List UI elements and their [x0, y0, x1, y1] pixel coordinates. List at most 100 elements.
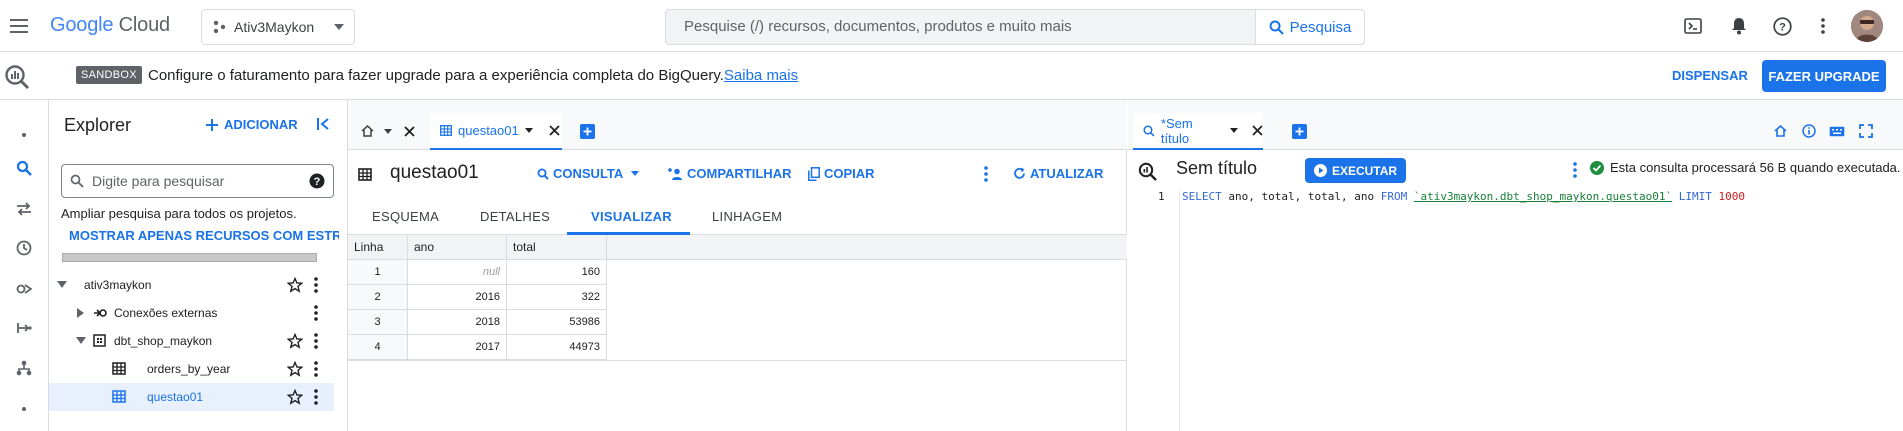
rail-dot-icon-bottom[interactable] [12, 402, 36, 416]
bigquery-icon [4, 64, 30, 90]
new-query-tab-icon[interactable] [579, 123, 595, 139]
tab-untitled-query[interactable]: *Sem título [1133, 113, 1263, 150]
table-cell: 2016 [408, 285, 507, 310]
add-button[interactable]: ADICIONAR [206, 117, 298, 132]
more-options-icon[interactable] [314, 333, 318, 349]
horizontal-scrollbar[interactable] [62, 253, 317, 262]
sql-code-line[interactable]: SELECT ano, total, total, ano FROM `ativ… [1182, 190, 1745, 203]
caret-down-icon[interactable] [383, 127, 393, 135]
help-icon[interactable]: ? [1771, 15, 1793, 37]
query-button[interactable]: CONSULTA [537, 166, 640, 181]
analytics-hub-icon[interactable] [8, 277, 40, 301]
tree-external-connections-row[interactable]: Conexões externas [49, 299, 334, 327]
info-icon[interactable] [1801, 123, 1817, 139]
dataform-icon[interactable] [8, 356, 40, 380]
column-header-total[interactable]: total [507, 235, 607, 260]
expand-arrow-icon[interactable] [76, 337, 86, 344]
star-icon[interactable] [287, 277, 303, 293]
editor-gutter [1128, 190, 1180, 431]
new-query-tab-icon[interactable] [1291, 123, 1307, 139]
play-icon [1313, 164, 1327, 177]
search-icon [70, 174, 84, 188]
rail-dot-icon[interactable] [12, 128, 36, 142]
top-bar: Google Cloud Ativ3Maykon Pesquise (/) re… [0, 0, 1903, 52]
more-options-icon[interactable] [314, 277, 318, 293]
more-options-icon[interactable] [980, 165, 992, 183]
refresh-button[interactable]: ATUALIZAR [1013, 166, 1103, 181]
dismiss-button[interactable]: DISPENSAR [1672, 68, 1748, 83]
tree-project-label: ativ3maykon [84, 278, 152, 292]
search-button[interactable]: Pesquisa [1255, 10, 1364, 44]
tree-table-row-selected[interactable]: questao01 [49, 383, 334, 411]
tree-project-row[interactable]: ativ3maykon [49, 271, 334, 299]
learn-more-link[interactable]: Saiba mais [724, 67, 798, 84]
validation-status-text: Esta consulta processará 56 B quando exe… [1610, 160, 1901, 175]
upgrade-button[interactable]: FAZER UPGRADE [1762, 60, 1886, 92]
dataset-icon [93, 334, 106, 347]
project-selector[interactable]: Ativ3Maykon [201, 9, 355, 45]
fullscreen-icon[interactable] [1858, 123, 1874, 139]
sandbox-badge: SANDBOX [76, 66, 142, 84]
star-icon[interactable] [287, 361, 303, 377]
line-number: 1 [1158, 190, 1165, 203]
tree-dataset-row[interactable]: dbt_shop_maykon [49, 327, 334, 355]
add-person-icon [668, 167, 682, 180]
tree-table-row[interactable]: orders_by_year [49, 355, 334, 383]
row-number: 3 [348, 310, 408, 335]
run-button[interactable]: EXECUTAR [1305, 158, 1406, 183]
search-input[interactable]: Pesquise (/) recursos, documentos, produ… [666, 10, 1255, 44]
copy-button[interactable]: COPIAR [808, 166, 875, 181]
home-icon[interactable] [1772, 123, 1788, 139]
subtab-details[interactable]: DETALHES [480, 209, 550, 224]
main-menu-icon[interactable] [8, 16, 30, 36]
more-options-icon[interactable] [314, 305, 318, 321]
column-header-ano[interactable]: ano [408, 235, 507, 260]
close-tab-icon[interactable] [549, 125, 560, 136]
query-title[interactable]: Sem título [1176, 158, 1257, 179]
close-icon[interactable] [402, 124, 416, 138]
pipelines-icon[interactable] [8, 316, 40, 340]
expand-arrow-icon[interactable] [57, 281, 67, 288]
help-icon[interactable]: ? [309, 173, 325, 189]
subtab-preview[interactable]: VISUALIZAR [591, 209, 672, 224]
history-icon[interactable] [8, 236, 40, 260]
show-starred-only-link[interactable]: MOSTRAR APENAS RECURSOS COM ESTRELA [69, 228, 339, 243]
search-nav-icon[interactable] [8, 156, 40, 180]
table-cell: 160 [507, 260, 607, 285]
search-icon [1269, 20, 1284, 35]
explorer-search-input[interactable]: Digite para pesquisar ? [61, 164, 334, 198]
more-options-icon[interactable] [314, 361, 318, 377]
svg-text:?: ? [314, 176, 321, 188]
avatar[interactable] [1851, 10, 1883, 42]
close-tab-icon[interactable] [1252, 125, 1263, 136]
column-header-linha: Linha [348, 235, 408, 260]
caret-down-icon[interactable] [524, 128, 533, 133]
table-cell: null [408, 260, 507, 285]
more-options-icon[interactable] [1815, 15, 1831, 37]
more-options-icon[interactable] [314, 389, 318, 405]
sql-limit-value: 1000 [1718, 190, 1745, 203]
broaden-search-hint[interactable]: Ampliar pesquisa para todos os projetos. [61, 206, 297, 221]
star-icon[interactable] [287, 389, 303, 405]
tab-questao01[interactable]: questao01 [430, 113, 562, 150]
keyboard-icon[interactable] [1828, 123, 1846, 139]
home-icon[interactable] [360, 124, 374, 138]
subtab-lineage[interactable]: LINHAGEM [712, 209, 782, 224]
caret-down-icon[interactable] [1230, 128, 1239, 133]
subtab-schema[interactable]: ESQUEMA [372, 209, 439, 224]
cloud-shell-icon[interactable] [1682, 15, 1704, 37]
expand-arrow-icon[interactable] [77, 308, 84, 318]
sql-table-reference[interactable]: `ativ3maykon.dbt_shop_maykon.questao01` [1414, 190, 1672, 203]
table-details-panel: questao01 questao01 CONSULTA COMPARTILHA… [348, 100, 1127, 431]
notifications-icon[interactable] [1728, 15, 1750, 37]
share-button[interactable]: COMPARTILHAR [668, 166, 791, 181]
table-cell: 322 [507, 285, 607, 310]
collapse-panel-icon[interactable] [315, 116, 331, 132]
google-cloud-logo[interactable]: Google Cloud [50, 14, 170, 37]
transfers-icon[interactable] [8, 197, 40, 221]
star-icon[interactable] [287, 333, 303, 349]
query-editor-panel: *Sem título Sem título EXECUTAR Esta con… [1128, 100, 1903, 431]
add-button-label: ADICIONAR [224, 117, 298, 132]
more-options-icon[interactable] [1569, 161, 1581, 179]
search-button-label: Pesquisa [1289, 18, 1352, 36]
